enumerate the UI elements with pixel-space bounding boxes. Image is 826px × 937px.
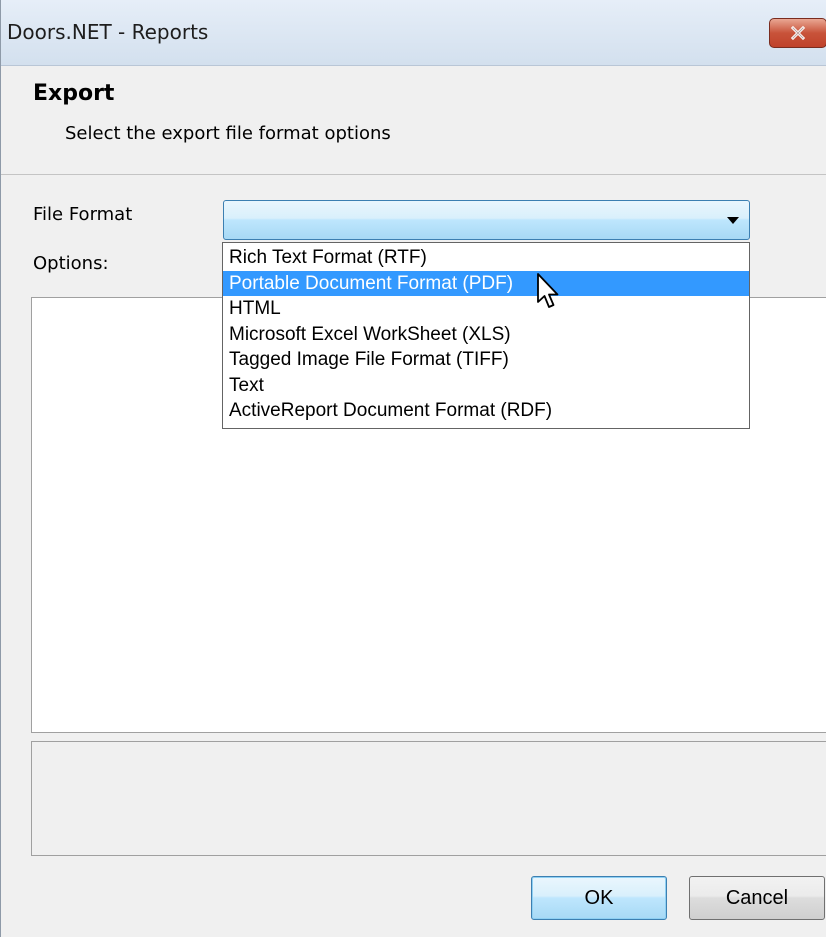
dropdown-option-xls[interactable]: Microsoft Excel WorkSheet (XLS) (223, 322, 749, 348)
header-panel: Export Select the export file format opt… (1, 67, 826, 175)
page-title: Export (33, 81, 115, 106)
close-icon (790, 25, 806, 41)
file-format-label: File Format (33, 204, 133, 225)
dropdown-option-rtf[interactable]: Rich Text Format (RTF) (223, 245, 749, 271)
options-label: Options: (33, 253, 109, 274)
dropdown-option-rdf[interactable]: ActiveReport Document Format (RDF) (223, 398, 749, 424)
description-panel (31, 741, 826, 856)
dropdown-option-pdf[interactable]: Portable Document Format (PDF) (223, 270, 749, 296)
window-title: Doors.NET - Reports (7, 20, 209, 44)
file-format-dropdown-list[interactable]: Rich Text Format (RTF) Portable Document… (222, 242, 750, 429)
dropdown-option-html[interactable]: HTML (223, 296, 749, 322)
dropdown-option-text[interactable]: Text (223, 373, 749, 399)
export-dialog: Doors.NET - Reports Export Select the ex… (0, 0, 826, 937)
dropdown-option-tiff[interactable]: Tagged Image File Format (TIFF) (223, 347, 749, 373)
mouse-pointer-icon (537, 273, 559, 308)
close-button[interactable] (769, 18, 826, 48)
title-bar[interactable]: Doors.NET - Reports (1, 0, 826, 66)
page-subtitle: Select the export file format options (65, 123, 391, 144)
ok-button[interactable]: OK (531, 876, 667, 920)
chevron-down-icon[interactable] (727, 217, 739, 224)
cancel-button[interactable]: Cancel (689, 876, 825, 920)
file-format-select[interactable] (223, 200, 750, 240)
